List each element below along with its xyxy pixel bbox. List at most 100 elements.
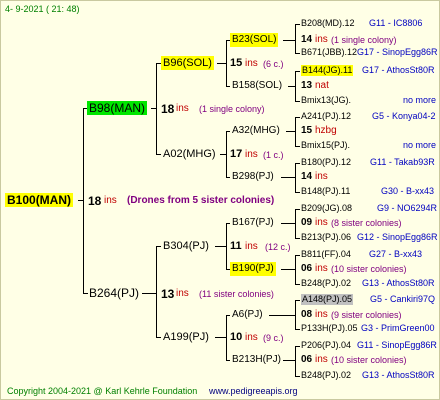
ins-count: 17: [230, 148, 243, 160]
connector-line: [295, 24, 296, 53]
gen4-tag: G27 - B-xx43: [369, 249, 423, 259]
gen4-queen[interactable]: B208(MD).12: [301, 18, 355, 29]
connector-line: [83, 108, 84, 294]
ins-count: 18: [161, 102, 175, 116]
queen-node-gen2[interactable]: A199(PJ): [161, 330, 211, 344]
queen-node-root[interactable]: B100(MAN): [5, 193, 74, 207]
gen4-tag: G17 - AthosSt80R: [362, 65, 435, 75]
connector-line: [295, 300, 300, 301]
gen4-queen[interactable]: B209(JG).08: [301, 203, 352, 214]
connector-line: [156, 63, 157, 155]
colony-note: (6 c.): [263, 59, 284, 69]
ins-count: 13: [161, 287, 175, 301]
queen-node-gen3[interactable]: B298(PJ): [230, 170, 276, 184]
connector-line: [295, 284, 300, 285]
gen4-queen[interactable]: A241(PJ).12: [301, 111, 351, 122]
connector-line: [295, 329, 300, 330]
ins-word: nat: [315, 80, 329, 91]
gen4-tag: G9 - NO6294R: [377, 203, 438, 213]
ins-count: 06: [301, 263, 313, 274]
gen4-queen[interactable]: P133H(PJ).05: [301, 323, 358, 334]
connector-line: [142, 293, 157, 294]
gen4-tag: G13 - AthosSt80R: [362, 370, 435, 380]
root-note: (Drones from 5 sister colonies): [127, 195, 275, 206]
ins-count: 11: [230, 240, 242, 252]
connector-line: [283, 40, 296, 41]
site-link[interactable]: www.pedigreeapis.org: [209, 386, 298, 397]
colony-note: (10 sister colonies): [331, 264, 407, 274]
connector-line: [295, 53, 300, 54]
ins-count: 08: [301, 309, 313, 320]
queen-node-gen3[interactable]: A32(MHG): [230, 124, 282, 138]
ins-word: ins: [315, 354, 328, 365]
gen4-queen[interactable]: B144(JG).11: [301, 65, 354, 76]
connector-line: [217, 63, 227, 64]
ins-word: hzbg: [315, 125, 337, 136]
ins-word: ins: [315, 309, 328, 320]
ins-word: ins: [176, 288, 189, 299]
connector-line: [295, 346, 300, 347]
ins-word: ins: [176, 103, 189, 114]
connector-line: [295, 346, 296, 376]
ins-word: ins: [245, 149, 258, 160]
gen4-queen[interactable]: B248(PJ).02: [301, 278, 351, 289]
queen-node-gen2[interactable]: B304(PJ): [161, 239, 211, 253]
connector-line: [295, 117, 300, 118]
queen-node-gen3[interactable]: B167(PJ): [230, 216, 276, 230]
ins-word: ins: [245, 58, 258, 69]
connector-line: [283, 360, 296, 361]
gen4-tag: G5 - Konya04-2: [372, 111, 436, 121]
pedigree-canvas: { "header": {"date": "4- 9-2021 ( 21: 48…: [0, 0, 440, 400]
colony-note: (1 single colony): [331, 35, 397, 45]
queen-node-gen3[interactable]: A6(PJ): [230, 308, 265, 322]
queen-node-gen2[interactable]: B96(SOL): [161, 56, 214, 70]
gen4-queen[interactable]: P206(PJ).04: [301, 340, 351, 351]
queen-node-gen1[interactable]: B264(PJ): [87, 286, 141, 300]
date-stamp: 4- 9-2021 ( 21: 48): [5, 4, 80, 14]
connector-line: [226, 315, 227, 361]
ins-count: 15: [230, 57, 243, 69]
ins-count: 15: [301, 125, 313, 136]
queen-node-gen3[interactable]: B158(SOL): [230, 79, 284, 93]
ins-word: ins: [315, 34, 328, 45]
queen-node-gen1[interactable]: B98(MAN): [87, 101, 148, 115]
colony-note: (12 c.): [265, 242, 291, 252]
connector-line: [295, 238, 300, 239]
root-ins-word: ins: [104, 195, 117, 206]
ins-count: 09: [301, 217, 313, 228]
gen4-queen[interactable]: B811(FF).04: [301, 249, 351, 260]
gen4-tag: no more: [403, 95, 437, 105]
gen4-queen[interactable]: B671(JBB).12: [301, 47, 357, 58]
gen4-queen[interactable]: B248(PJ).02: [301, 370, 351, 381]
colony-note: (10 sister colonies): [331, 355, 407, 365]
colony-note: (8 sister colonies): [331, 218, 402, 228]
gen4-tag: G3 - PrimGreen00: [361, 323, 435, 333]
ins-count: 10: [230, 331, 243, 343]
ins-word: ins: [315, 171, 328, 182]
connector-line: [78, 200, 84, 201]
queen-node-gen3[interactable]: B190(PJ): [230, 262, 276, 276]
gen4-queen[interactable]: Bmix15(PJ).: [301, 140, 350, 151]
connector-line: [281, 223, 296, 224]
queen-node-gen2[interactable]: A02(MHG): [161, 147, 218, 161]
connector-line: [288, 86, 296, 87]
connector-line: [295, 71, 300, 72]
gen4-tag: G12 - SinopEgg86R: [357, 232, 438, 242]
queen-node-gen3[interactable]: B213H(PJ): [230, 353, 283, 367]
gen4-queen[interactable]: B148(PJ).11: [301, 186, 350, 197]
gen4-queen[interactable]: A148(PJ).05: [301, 294, 354, 305]
connector-line: [295, 24, 300, 25]
gen4-queen[interactable]: B213(PJ).06: [301, 232, 351, 243]
connector-line: [295, 255, 300, 256]
ins-word: ins: [245, 332, 258, 343]
colony-note: (9 sister colonies): [331, 310, 402, 320]
connector-line: [281, 177, 296, 178]
colony-note: (11 sister colonies): [199, 289, 274, 299]
gen4-queen[interactable]: Bmix13(JG).: [301, 95, 351, 106]
connector-line: [151, 108, 157, 109]
gen4-tag: G11 - Takab93R: [370, 157, 435, 167]
queen-node-gen3[interactable]: B23(SOL): [230, 33, 279, 47]
connector-line: [281, 269, 296, 270]
connector-line: [269, 315, 296, 316]
gen4-queen[interactable]: B180(PJ).12: [301, 157, 351, 168]
